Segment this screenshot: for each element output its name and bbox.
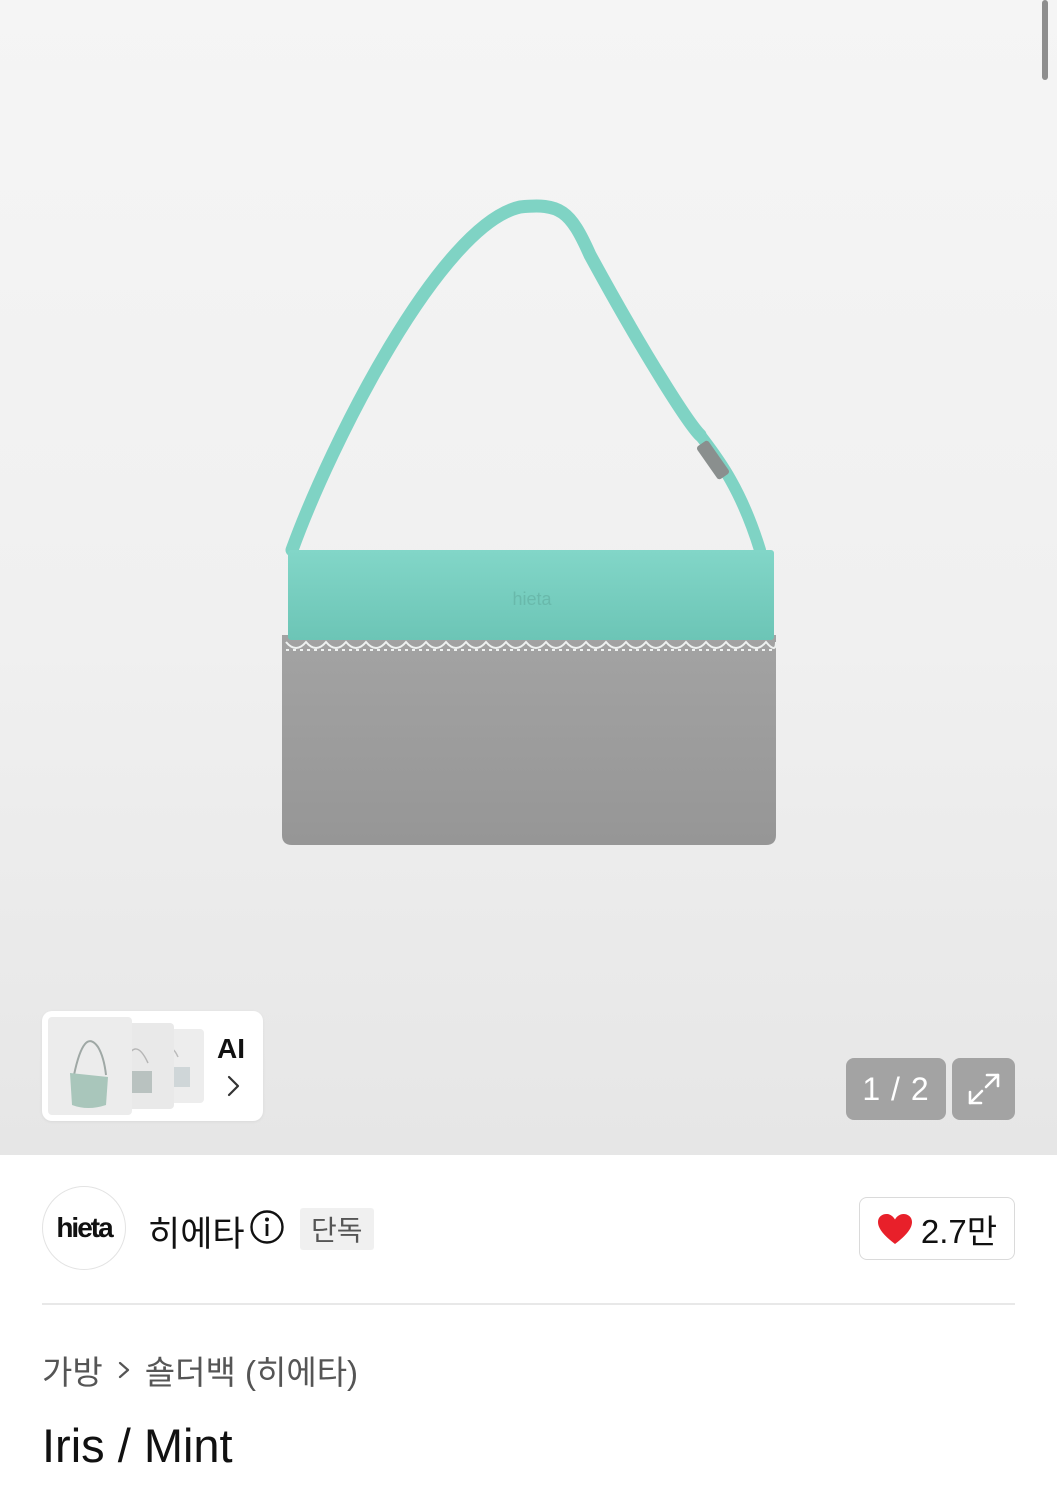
divider (42, 1303, 1015, 1305)
product-title: Iris / Mint (42, 1419, 233, 1472)
chevron-right-icon (118, 1361, 129, 1379)
like-button[interactable]: 2.7만 (859, 1197, 1015, 1260)
image-pager: 1 / 2 (846, 1058, 946, 1120)
svg-text:hieta: hieta (512, 589, 552, 609)
chevron-right-icon (227, 1075, 240, 1097)
brand-name[interactable]: 히에타 (148, 1206, 245, 1257)
expand-button[interactable] (952, 1058, 1015, 1120)
scrollbar[interactable] (1042, 0, 1048, 80)
exclusive-badge: 단독 (300, 1208, 374, 1250)
info-icon[interactable] (249, 1209, 285, 1245)
ai-similar-products-card[interactable]: AI (42, 1011, 263, 1121)
ai-label: AI (217, 1033, 245, 1064)
brand-logo-text: hieta (56, 1212, 113, 1243)
thumbnail (48, 1017, 132, 1115)
breadcrumb-item-bags[interactable]: 가방 (42, 1346, 103, 1394)
product-image[interactable]: hieta (270, 195, 790, 855)
expand-icon (968, 1073, 999, 1105)
brand-row: hieta 히에타 단독 2.7만 (42, 1186, 1015, 1272)
breadcrumb-item-shoulder-bag[interactable]: 숄더백 (히에타) (145, 1346, 358, 1394)
breadcrumb: 가방 숄더백 (히에타) (42, 1348, 358, 1392)
like-count: 2.7만 (920, 1212, 998, 1250)
heart-icon (877, 1213, 912, 1244)
product-gallery[interactable]: hieta AI 1 / 2 (0, 0, 1057, 1155)
brand-logo[interactable]: hieta (42, 1186, 126, 1270)
ai-thumbnails (48, 1017, 208, 1115)
